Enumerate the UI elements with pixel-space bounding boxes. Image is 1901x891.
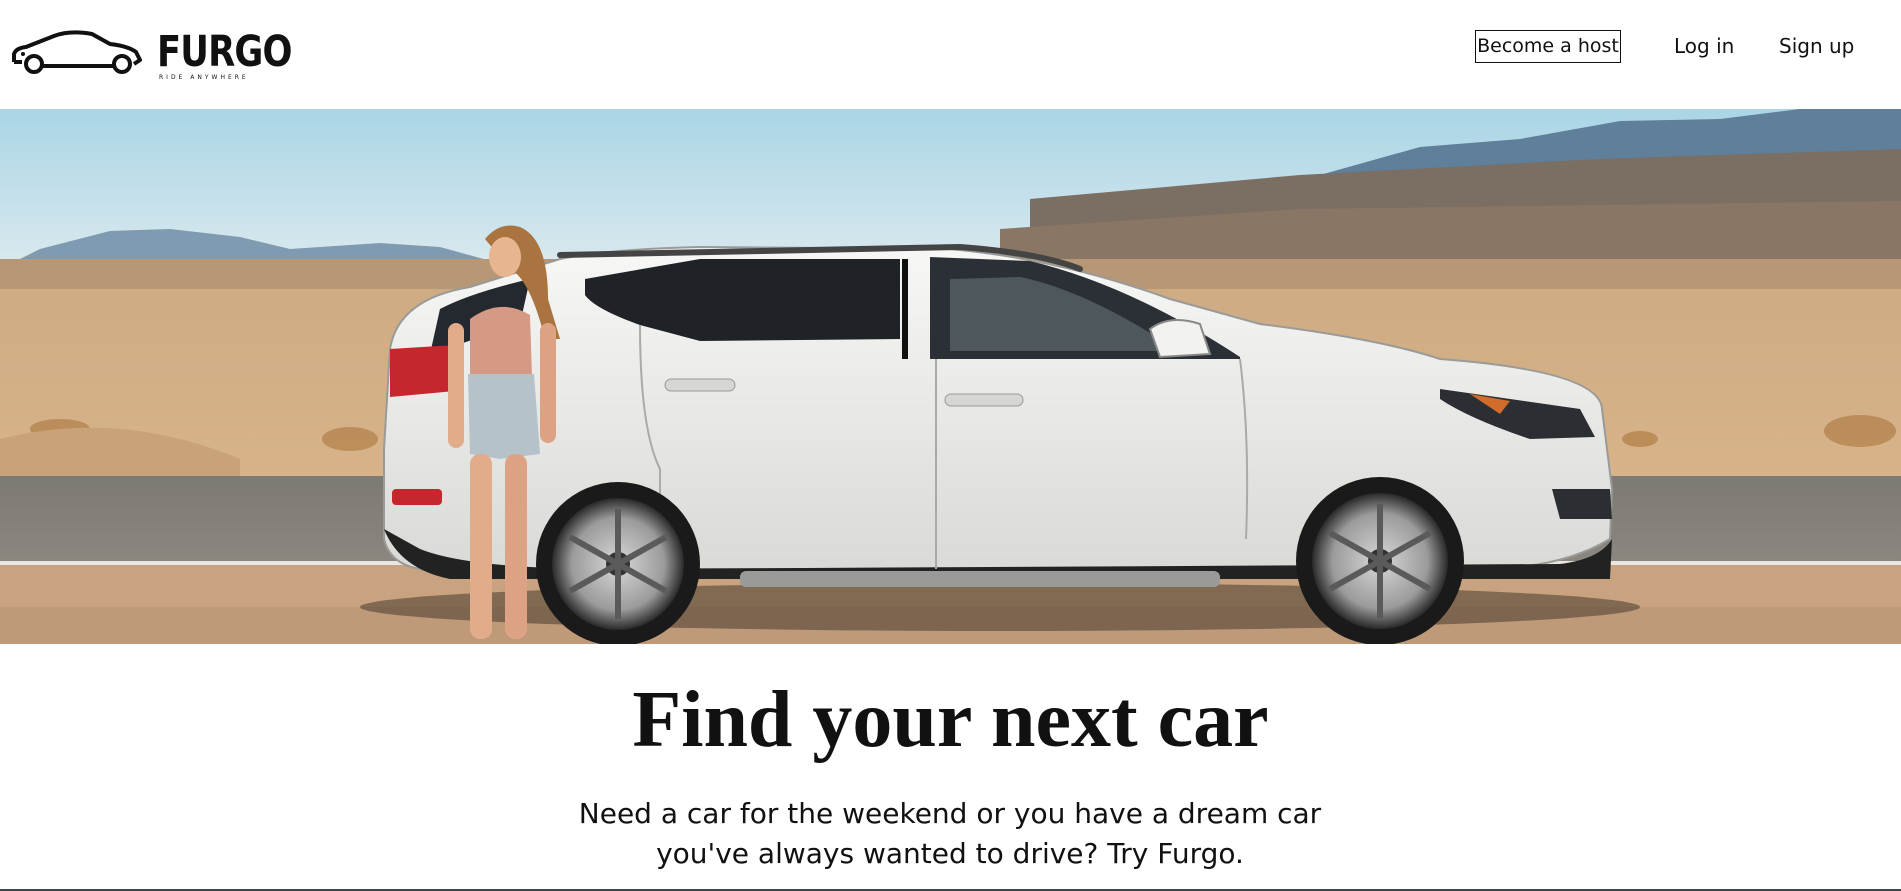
site-header: FURGO RIDE ANYWHERE Become a host Log in… — [0, 0, 1901, 109]
brand-tagline: RIDE ANYWHERE — [159, 74, 249, 81]
subtext-line-2: you've always wanted to drive? Try Furgo… — [656, 837, 1244, 870]
page-headline: Find your next car — [632, 676, 1269, 764]
car-logo-icon — [12, 30, 142, 74]
hero-image — [0, 109, 1901, 644]
subtext-line-1: Need a car for the weekend or you have a… — [578, 797, 1322, 830]
signup-link[interactable]: Sign up — [1779, 30, 1854, 63]
brand-wordmark: FURGO — [157, 27, 293, 77]
become-host-button[interactable]: Become a host — [1475, 30, 1621, 63]
hero-subtext: Need a car for the weekend or you have a… — [570, 794, 1330, 874]
login-link[interactable]: Log in — [1674, 30, 1734, 63]
brand-logo[interactable]: FURGO RIDE ANYWHERE — [10, 26, 293, 86]
